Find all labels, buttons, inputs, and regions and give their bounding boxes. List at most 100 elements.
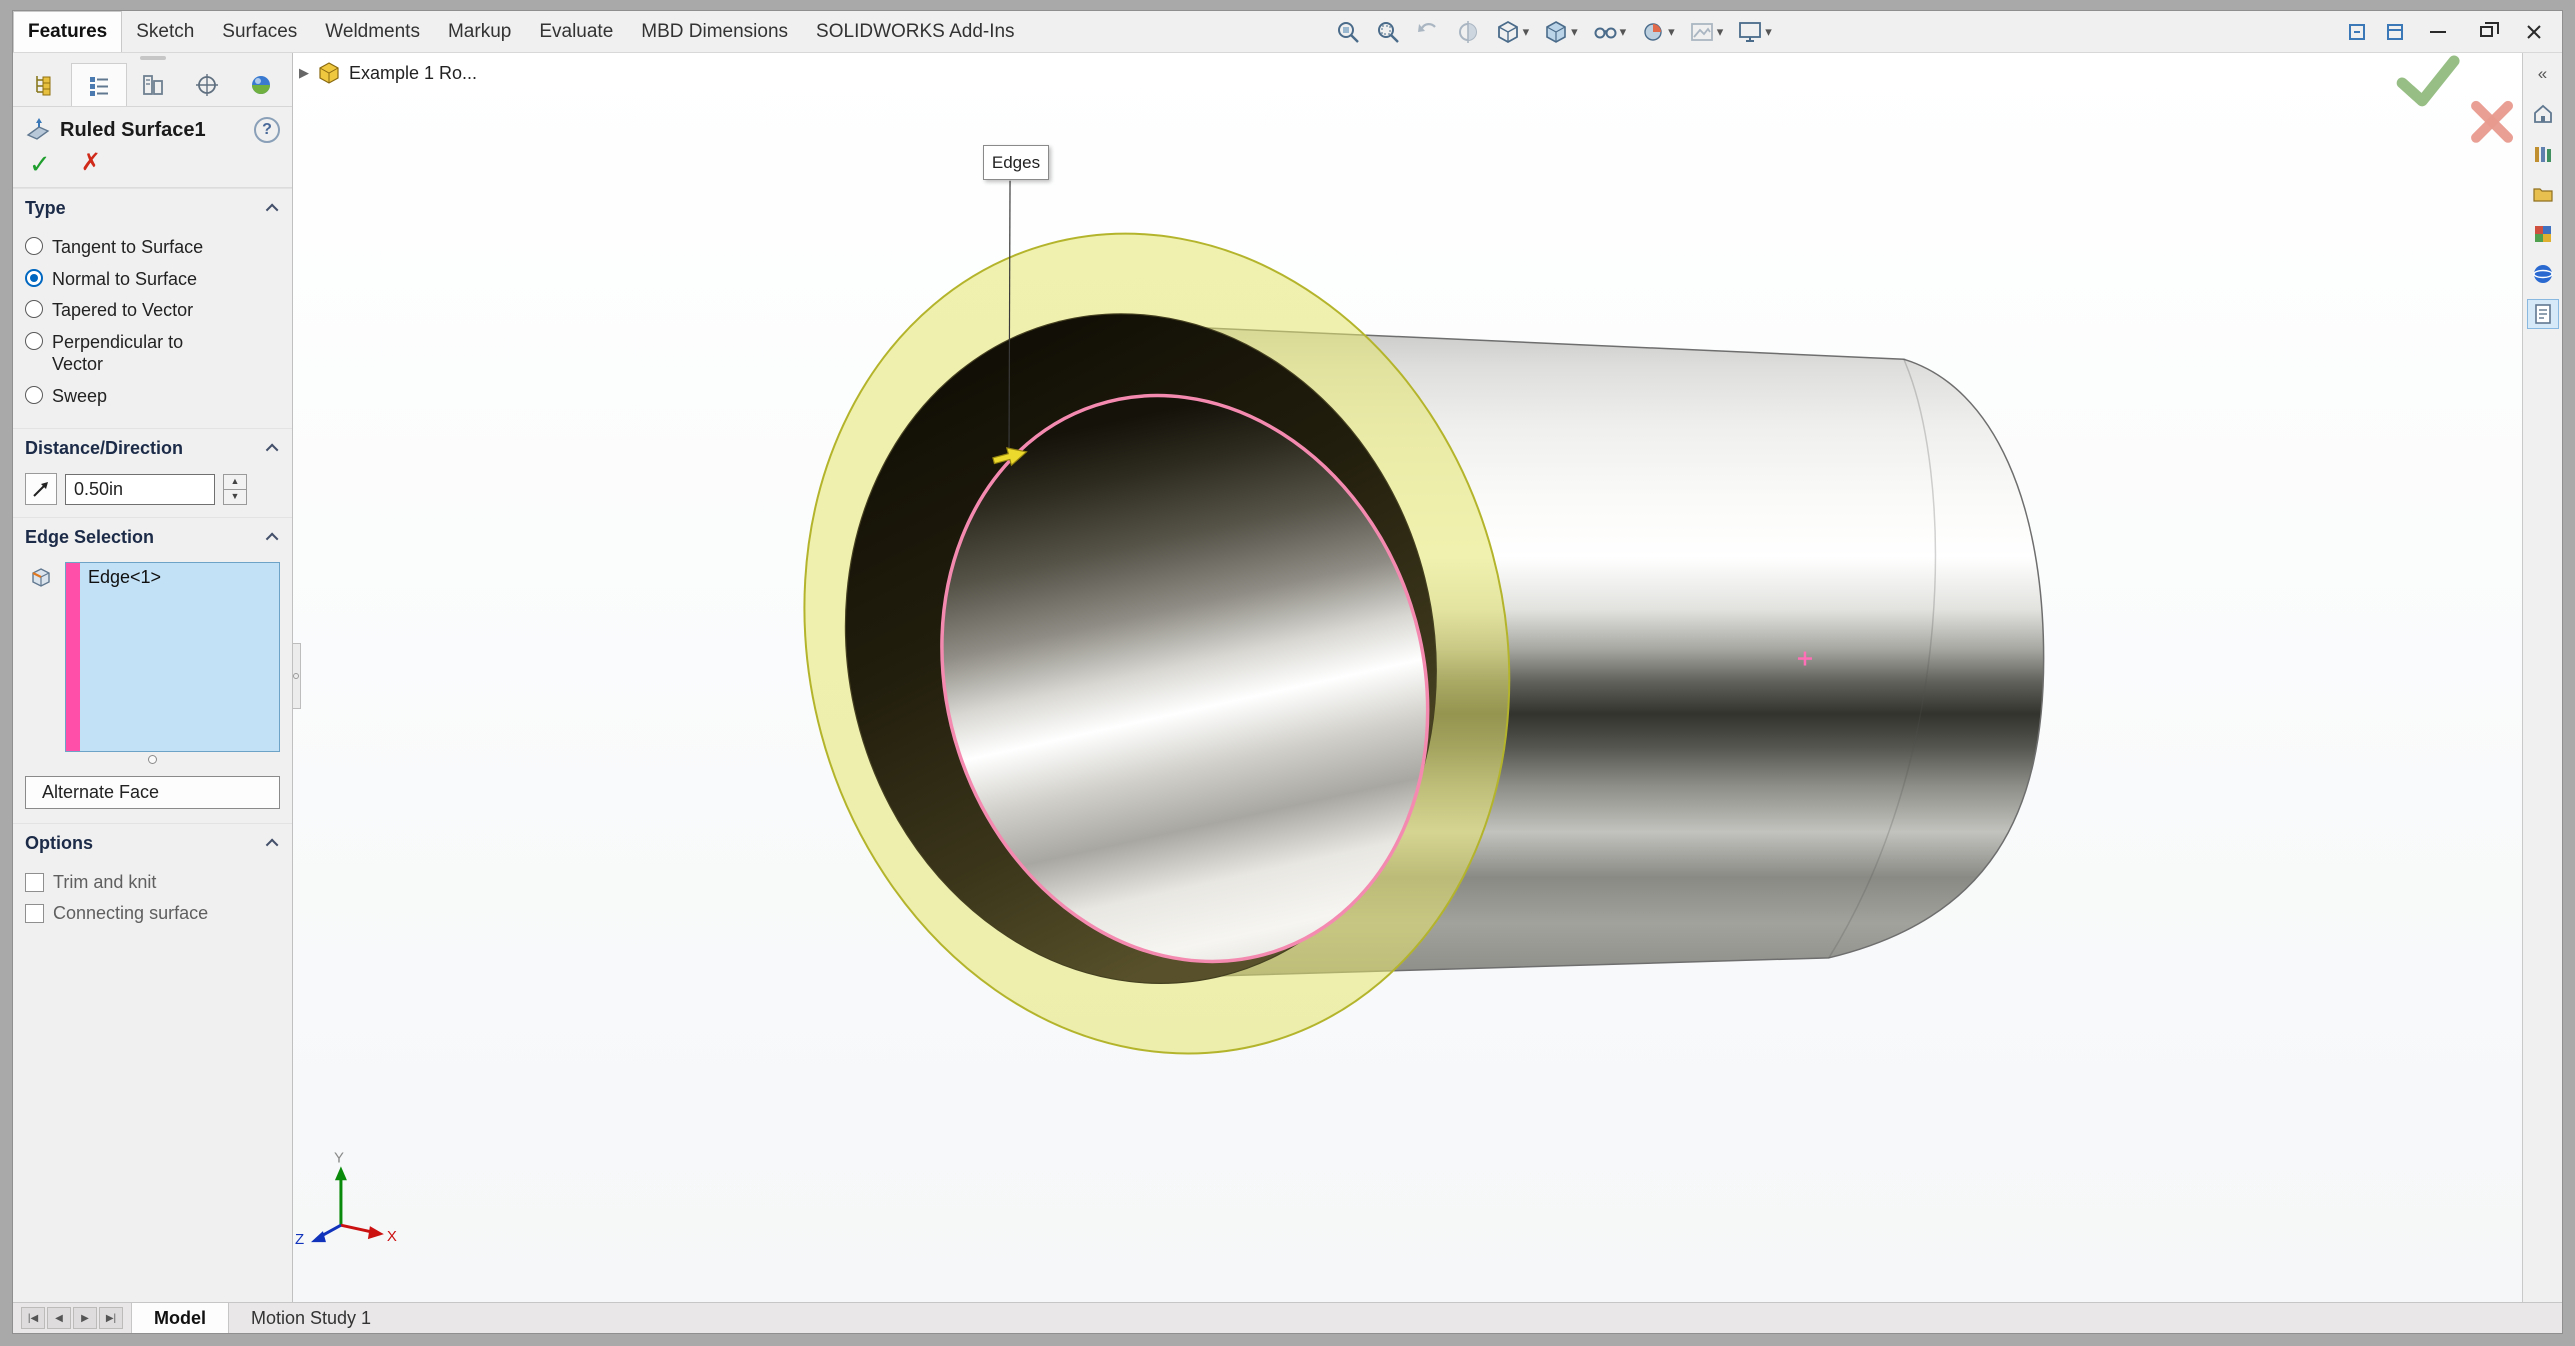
cancel-button[interactable]: ✗ bbox=[81, 151, 101, 177]
view-settings-icon[interactable]: ▾ bbox=[1731, 17, 1778, 47]
breadcrumb[interactable]: ▶ Example 1 Ro... bbox=[299, 61, 477, 85]
confirm-cancel-button[interactable] bbox=[2476, 106, 2508, 138]
appearances-scenes-icon[interactable] bbox=[2527, 219, 2559, 249]
radio-sweep[interactable]: Sweep bbox=[25, 385, 280, 408]
window-controls bbox=[2340, 11, 2562, 52]
next-tab-button[interactable]: ▶ bbox=[73, 1307, 97, 1329]
tab-evaluate[interactable]: Evaluate bbox=[525, 11, 627, 52]
part-icon bbox=[317, 61, 341, 85]
distance-input[interactable]: 0.50in bbox=[65, 474, 215, 505]
previous-tab-button[interactable]: ◀ bbox=[47, 1307, 71, 1329]
edge-list-item[interactable]: Edge<1> bbox=[88, 567, 273, 588]
selection-color-strip bbox=[66, 563, 80, 751]
ok-button[interactable]: ✓ bbox=[29, 151, 51, 177]
apply-scene-icon[interactable]: ▾ bbox=[1683, 17, 1730, 47]
dropdown-caret-icon[interactable]: ▾ bbox=[1765, 25, 1772, 38]
flyout-arrow-icon[interactable]: ▶ bbox=[299, 65, 309, 81]
spin-down-button[interactable]: ▼ bbox=[223, 490, 247, 505]
options-section: Options Trim and knit Connecting surface bbox=[13, 823, 292, 946]
tab-surfaces[interactable]: Surfaces bbox=[208, 11, 311, 52]
dropdown-caret-icon[interactable]: ▾ bbox=[1668, 25, 1675, 38]
tab-nav-cluster: |◀ ◀ ▶ ▶| bbox=[13, 1303, 131, 1333]
document-name: Example 1 Ro... bbox=[349, 63, 477, 84]
file-explorer-icon[interactable] bbox=[2527, 179, 2559, 209]
close-button[interactable] bbox=[2512, 17, 2556, 47]
edge-selection-listbox[interactable]: Edge<1> bbox=[65, 562, 280, 752]
y-axis-arrow bbox=[335, 1166, 347, 1180]
dropdown-caret-icon[interactable]: ▾ bbox=[1523, 25, 1530, 38]
collapse-pane-icon[interactable]: « bbox=[2527, 59, 2559, 89]
zoom-to-area-icon[interactable] bbox=[1369, 17, 1407, 47]
frame-tag-icon[interactable] bbox=[2340, 17, 2374, 47]
tab-sketch[interactable]: Sketch bbox=[122, 11, 208, 52]
confirm-ok-button[interactable] bbox=[2402, 61, 2454, 101]
minimize-button[interactable] bbox=[2416, 17, 2460, 47]
radio-tapered-to-vector[interactable]: Tapered to Vector bbox=[25, 299, 280, 322]
solidworks-resources-icon[interactable] bbox=[2527, 99, 2559, 129]
radio-normal-to-surface[interactable]: Normal to Surface bbox=[25, 268, 280, 291]
edge-header-label: Edge Selection bbox=[25, 527, 154, 548]
direction-reference-icon[interactable] bbox=[25, 473, 57, 505]
distance-header-label: Distance/Direction bbox=[25, 438, 183, 459]
distance-section-header[interactable]: Distance/Direction bbox=[13, 429, 292, 465]
radio-tangent-to-surface[interactable]: Tangent to Surface bbox=[25, 236, 280, 259]
configuration-manager-tab[interactable] bbox=[127, 63, 181, 106]
checkbox-icon bbox=[25, 904, 44, 923]
restore-button[interactable] bbox=[2464, 17, 2508, 47]
hide-show-items-icon[interactable]: ▾ bbox=[1586, 17, 1633, 47]
model-tab[interactable]: Model bbox=[131, 1303, 229, 1333]
options-section-header[interactable]: Options bbox=[13, 824, 292, 860]
previous-view-icon[interactable] bbox=[1409, 17, 1447, 47]
first-tab-button[interactable]: |◀ bbox=[21, 1307, 45, 1329]
help-icon[interactable]: ? bbox=[254, 117, 280, 143]
edit-appearance-icon[interactable]: ▾ bbox=[1634, 17, 1681, 47]
type-section-header[interactable]: Type bbox=[13, 189, 292, 225]
checkbox-trim-and-knit[interactable]: Trim and knit bbox=[25, 872, 280, 893]
collapse-chevron-icon[interactable] bbox=[266, 533, 279, 546]
collapse-chevron-icon[interactable] bbox=[266, 839, 279, 852]
view-orientation-icon[interactable]: ▾ bbox=[1489, 17, 1536, 47]
frame-window-icon[interactable] bbox=[2378, 17, 2412, 47]
display-manager-tab[interactable] bbox=[234, 63, 288, 106]
alternate-face-button[interactable]: Alternate Face bbox=[25, 776, 280, 809]
dropdown-caret-icon[interactable]: ▾ bbox=[1717, 25, 1724, 38]
design-library-icon[interactable] bbox=[2527, 139, 2559, 169]
dimxpert-manager-tab[interactable] bbox=[180, 63, 234, 106]
tab-markup[interactable]: Markup bbox=[434, 11, 525, 52]
3dexperience-icon[interactable] bbox=[2527, 259, 2559, 289]
checkbox-connecting-surface[interactable]: Connecting surface bbox=[25, 903, 280, 924]
panel-splitter-handle[interactable] bbox=[293, 643, 301, 709]
display-style-icon[interactable]: ▾ bbox=[1537, 17, 1584, 47]
collapse-chevron-icon[interactable] bbox=[266, 444, 279, 457]
last-tab-button[interactable]: ▶| bbox=[99, 1307, 123, 1329]
type-header-label: Type bbox=[25, 198, 66, 219]
edge-section-header[interactable]: Edge Selection bbox=[13, 518, 292, 554]
x-axis-arrow bbox=[368, 1226, 384, 1239]
spin-up-button[interactable]: ▲ bbox=[223, 474, 247, 490]
tab-features[interactable]: Features bbox=[13, 11, 122, 52]
graphics-viewport[interactable]: Y X Z ▶ Example 1 Ro... Edges bbox=[293, 53, 2522, 1302]
command-tabs: Features Sketch Surfaces Weldments Marku… bbox=[13, 11, 1029, 52]
feature-manager-tab[interactable] bbox=[17, 63, 71, 106]
radio-label: Tangent to Surface bbox=[52, 236, 203, 259]
zoom-to-fit-icon[interactable] bbox=[1329, 17, 1367, 47]
dropdown-caret-icon[interactable]: ▾ bbox=[1571, 25, 1578, 38]
radio-label: Tapered to Vector bbox=[52, 299, 193, 322]
dropdown-caret-icon[interactable]: ▾ bbox=[1620, 25, 1627, 38]
collapse-chevron-icon[interactable] bbox=[266, 204, 279, 217]
radio-icon bbox=[25, 332, 43, 350]
motion-study-tab[interactable]: Motion Study 1 bbox=[229, 1303, 393, 1333]
listbox-resize-handle[interactable] bbox=[148, 755, 157, 764]
property-manager-tab[interactable] bbox=[71, 63, 127, 106]
edges-callout[interactable]: Edges bbox=[983, 145, 1049, 180]
custom-properties-icon[interactable] bbox=[2527, 299, 2559, 329]
tab-solidworks-addins[interactable]: SOLIDWORKS Add-Ins bbox=[802, 11, 1029, 52]
radio-label: Sweep bbox=[52, 385, 107, 408]
panel-collapse-handle[interactable] bbox=[13, 53, 292, 63]
tab-weldments[interactable]: Weldments bbox=[311, 11, 434, 52]
feature-manager-icon bbox=[31, 72, 57, 98]
radio-perpendicular-to-vector[interactable]: Perpendicular to Vector bbox=[25, 331, 280, 376]
command-manager-bar: Features Sketch Surfaces Weldments Marku… bbox=[13, 11, 2562, 53]
section-view-icon[interactable] bbox=[1449, 17, 1487, 47]
tab-mbd-dimensions[interactable]: MBD Dimensions bbox=[627, 11, 802, 52]
